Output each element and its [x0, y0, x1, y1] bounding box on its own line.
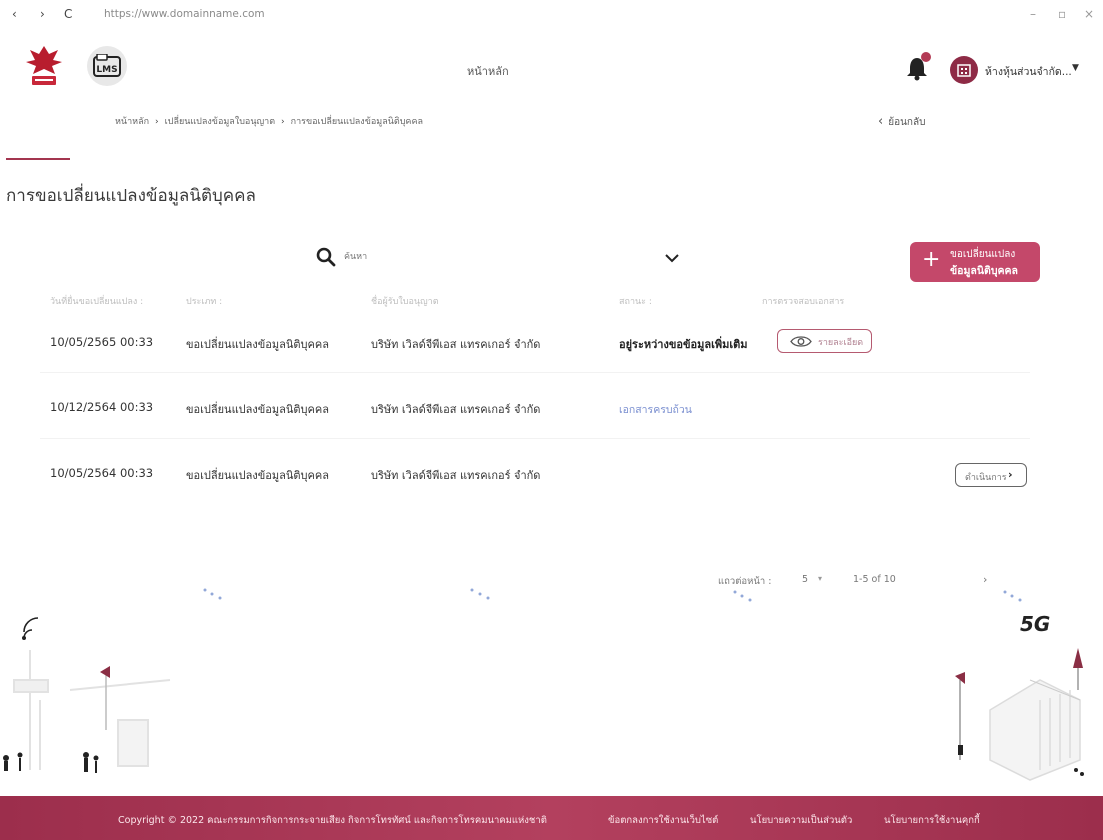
forward-nav-icon[interactable]: › — [40, 7, 45, 21]
breadcrumb-license-change[interactable]: เปลี่ยนแปลงข้อมูลใบอนุญาต — [165, 117, 275, 127]
breadcrumb-separator-icon: › — [155, 117, 159, 127]
notification-badge — [921, 52, 931, 62]
add-button-line1: ขอเปลี่ยนแปลง — [950, 249, 1016, 260]
column-header-status[interactable]: สถานะ : — [619, 294, 652, 308]
column-header-type[interactable]: ประเภท : — [186, 294, 222, 308]
page-title: การขอเปลี่ยนแปลงข้อมูลนิติบุคคล — [6, 186, 256, 206]
row-date: 10/12/2564 00:33 — [50, 400, 154, 414]
back-link[interactable]: ‹ ย้อนกลับ — [878, 114, 925, 130]
browser-toolbar: ‹ › C https://www.domainname.com – ▫ × — [0, 0, 1103, 30]
row-divider — [40, 372, 1030, 373]
add-button-line2: ข้อมูลนิติบุคคล — [950, 265, 1018, 277]
eye-icon — [790, 336, 812, 347]
restore-icon[interactable]: ▫ — [1058, 7, 1066, 21]
chevron-left-icon: ‹ — [878, 114, 884, 129]
row-licensee: บริษัท เวิลด์จีพีเอส แทรคเกอร์ จำกัด — [371, 403, 541, 416]
footer-link-terms[interactable]: ข้อตกลงการใช้งานเว็บไซต์ — [608, 813, 718, 828]
minimize-icon[interactable]: – — [1030, 7, 1036, 21]
plus-icon: + — [922, 247, 941, 272]
breadcrumb: หน้าหลัก › เปลี่ยนแปลงข้อมูลใบอนุญาต › การขอ… — [115, 114, 423, 128]
header-title[interactable]: หน้าหลัก — [467, 62, 509, 80]
row-licensee: บริษัท เวิลด์จีพีเอส แทรคเกอร์ จำกัด — [371, 469, 541, 482]
title-accent-bar — [6, 158, 70, 160]
add-change-request-button[interactable]: + ขอเปลี่ยนแปลง ข้อมูลนิติบุคคล — [910, 242, 1040, 282]
footer-copyright: Copyright © 2022 คณะกรรมการกิจการกระจายเ… — [118, 815, 547, 826]
row-status: อยู่ระหว่างขอข้อมูลเพิ่มเติม — [619, 338, 748, 351]
column-header-document-check[interactable]: การตรวจสอบเอกสาร — [762, 294, 844, 308]
city-network-illustration — [3, 588, 1084, 781]
address-bar[interactable]: https://www.domainname.com — [104, 8, 265, 20]
garuda-emblem[interactable] — [22, 42, 66, 88]
row-type: ขอเปลี่ยนแปลงข้อมูลนิติบุคคล — [186, 403, 329, 416]
back-label: ย้อนกลับ — [888, 117, 926, 128]
filter-dropdown-chevron-icon[interactable] — [664, 252, 680, 264]
search-input[interactable] — [344, 252, 644, 262]
row-type: ขอเปลี่ยนแปลงข้อมูลนิติบุคคล — [186, 338, 329, 351]
breadcrumb-separator-icon: › — [281, 117, 285, 127]
row-date: 10/05/2564 00:33 — [50, 466, 154, 480]
footer-link-cookies[interactable]: นโยบายการใช้งานคุกกี้ — [884, 813, 980, 828]
chevron-right-icon: › — [1008, 468, 1013, 481]
breadcrumb-current: การขอเปลี่ยนแปลงข้อมูลนิติบุคคล — [290, 117, 423, 127]
search-icon[interactable] — [316, 247, 336, 267]
network-5g-label: 5G — [1020, 612, 1051, 636]
chevron-down-icon[interactable]: ▼ — [1072, 63, 1079, 73]
proceed-button[interactable]: ดำเนินการ › — [955, 463, 1027, 487]
back-nav-icon[interactable]: ‹ — [12, 7, 17, 21]
proceed-label: ดำเนินการ — [965, 473, 1007, 483]
footer-link-privacy[interactable]: นโยบายความเป็นส่วนตัว — [750, 813, 852, 828]
row-divider — [40, 438, 1030, 439]
column-header-date[interactable]: วันที่ยื่นขอเปลี่ยนแปลง : — [50, 294, 143, 308]
row-type: ขอเปลี่ยนแปลงข้อมูลนิติบุคคล — [186, 469, 329, 482]
close-icon[interactable]: × — [1084, 7, 1094, 21]
company-name[interactable]: ห้างหุ้นส่วนจำกัด... — [985, 63, 1072, 80]
lms-logo[interactable]: LMS — [87, 46, 127, 86]
breadcrumb-home[interactable]: หน้าหลัก — [115, 117, 149, 127]
column-header-licensee[interactable]: ชื่อผู้รับใบอนุญาต — [371, 294, 439, 308]
row-licensee: บริษัท เวิลด์จีพีเอส แทรคเกอร์ จำกัด — [371, 338, 541, 351]
building-avatar-icon[interactable] — [950, 56, 978, 84]
row-status: เอกสารครบถ้วน — [619, 404, 692, 416]
view-details-label: รายละเอียด — [818, 338, 864, 348]
row-date: 10/05/2565 00:33 — [50, 335, 154, 349]
view-details-button[interactable]: รายละเอียด — [777, 329, 872, 353]
reload-icon[interactable]: C — [64, 7, 72, 21]
svg-text:LMS: LMS — [96, 65, 117, 75]
footer: Copyright © 2022 คณะกรรมการกิจการกระจายเ… — [0, 796, 1103, 840]
